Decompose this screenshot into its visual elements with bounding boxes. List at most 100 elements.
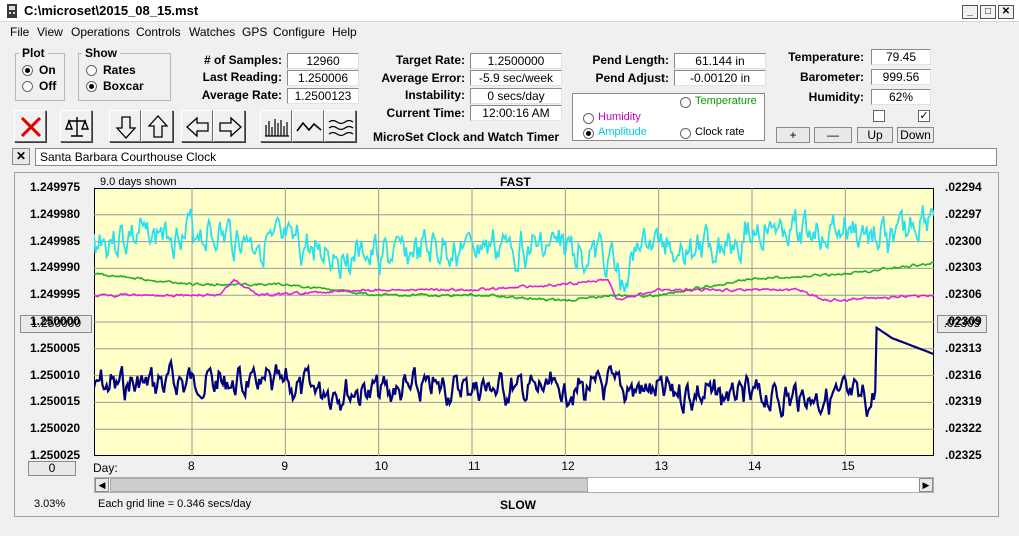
left-axis-tick: 1.249975 — [30, 180, 81, 194]
down-button[interactable]: Down — [897, 127, 934, 143]
left-axis-tick: 1.250000 — [30, 314, 81, 328]
barometer-value: 999.56 — [871, 69, 931, 85]
temperature-label: Temperature: — [788, 50, 864, 64]
grid-note: Each grid line = 0.346 secs/day — [98, 498, 252, 510]
average-error-value: -5.9 sec/week — [470, 70, 562, 86]
pend-adjust-label: Pend Adjust: — [595, 71, 669, 85]
average-rate-value: 1.2500123 — [287, 88, 359, 104]
amplitude-radio[interactable] — [583, 128, 594, 139]
plot-area — [94, 188, 934, 456]
menu-watches[interactable]: Watches — [189, 25, 235, 39]
menu-configure[interactable]: Configure — [273, 25, 325, 39]
menu-operations[interactable]: Operations — [71, 25, 130, 39]
x-axis-tick: 13 — [654, 459, 669, 473]
amplitude-option-label: Amplitude — [598, 126, 647, 138]
wave-button[interactable] — [324, 110, 356, 142]
arrow-right-icon — [219, 116, 242, 138]
balance-button[interactable] — [60, 110, 92, 142]
pend-length-label: Pend Length: — [592, 53, 669, 67]
scroll-right-button[interactable]: ▶ — [919, 478, 933, 492]
checkbox-left[interactable] — [873, 110, 885, 122]
stop-button[interactable] — [14, 110, 46, 142]
humidity-option-label: Humidity — [598, 111, 641, 123]
last-reading-label: Last Reading: — [202, 70, 282, 84]
left-axis-tick: 1.249995 — [30, 287, 81, 302]
plot-on-radio[interactable] — [22, 65, 33, 76]
x-axis-tick: 8 — [188, 459, 195, 473]
last-reading-value: 1.250006 — [287, 70, 359, 86]
right-axis-tick: .02300 — [945, 233, 982, 248]
plot-group — [15, 53, 65, 101]
clock-name-field[interactable]: Santa Barbara Courthouse Clock — [35, 148, 997, 166]
offset-button[interactable]: 0 — [28, 461, 76, 476]
minus-button[interactable]: — — [814, 127, 852, 143]
left-axis-tick: 1.249990 — [30, 260, 81, 275]
show-boxcar-radio[interactable] — [86, 81, 97, 92]
show-boxcar-label: Boxcar — [103, 79, 144, 93]
right-axis-tick: .02297 — [945, 206, 982, 221]
close-button[interactable]: ✕ — [998, 5, 1014, 19]
line-chart-button[interactable] — [292, 110, 324, 142]
temperature-option-label: Temperature — [695, 95, 757, 107]
right-axis-tick: .02322 — [945, 421, 982, 436]
samples-label: # of Samples: — [203, 53, 282, 67]
instability-value: 0 secs/day — [470, 88, 562, 104]
plot-on-label: On — [39, 63, 56, 77]
plot-off-label: Off — [39, 79, 57, 93]
title-bar: C:\microset\2015_08_15.mst _ □ ✕ — [0, 0, 1019, 22]
menu-view[interactable]: View — [37, 25, 63, 39]
left-axis-tick: 1.249980 — [30, 206, 81, 221]
maximize-button[interactable]: □ — [980, 5, 996, 19]
left-axis-tick: 1.249985 — [30, 233, 81, 248]
temperature-radio[interactable] — [680, 97, 691, 108]
left-axis-tick: 1.250010 — [30, 367, 81, 382]
right-axis-tick: .02319 — [945, 394, 982, 409]
scroll-left-button[interactable]: ◀ — [95, 478, 109, 492]
plot-off-radio[interactable] — [22, 81, 33, 92]
scrollbar-thumb[interactable] — [110, 478, 588, 492]
minimize-button[interactable]: _ — [962, 5, 978, 19]
left-axis-tick: 1.250025 — [30, 448, 81, 462]
red-x-icon — [20, 116, 42, 138]
x-axis-tick: 10 — [374, 459, 389, 473]
line-chart-icon — [296, 121, 322, 132]
humidity-value: 62% — [871, 89, 931, 105]
percent-label: 3.03% — [34, 498, 66, 510]
clear-clock-name-button[interactable]: ✕ — [12, 148, 30, 165]
arrow-up-button[interactable] — [141, 110, 173, 142]
humidity-label: Humidity: — [808, 90, 864, 104]
checkbox-right[interactable]: ✓ — [918, 110, 930, 122]
arrow-down-button[interactable] — [109, 110, 141, 142]
bar-chart-icon — [265, 119, 289, 137]
show-rates-label: Rates — [103, 63, 136, 77]
up-button[interactable]: Up — [857, 127, 893, 143]
days-shown-label: 9.0 days shown — [100, 176, 177, 188]
target-rate-value: 1.2500000 — [470, 53, 562, 69]
right-axis-tick: .02303 — [945, 260, 982, 275]
show-rates-radio[interactable] — [86, 65, 97, 76]
arrow-left-button[interactable] — [181, 110, 213, 142]
menu-help[interactable]: Help — [332, 25, 357, 39]
samples-value: 12960 — [287, 53, 359, 69]
arrow-right-button[interactable] — [213, 110, 245, 142]
target-rate-label: Target Rate: — [395, 53, 465, 67]
menu-file[interactable]: File — [10, 25, 29, 39]
x-axis-tick: 14 — [748, 459, 762, 473]
bar-chart-button[interactable] — [260, 110, 292, 142]
average-error-label: Average Error: — [381, 71, 465, 85]
show-group-title: Show — [82, 46, 120, 60]
clock-rate-radio[interactable] — [680, 128, 691, 139]
menu-controls[interactable]: Controls — [136, 25, 181, 39]
right-axis-tick: .02306 — [945, 287, 982, 302]
current-time-value: 12:00:16 AM — [470, 105, 562, 121]
app-name: MicroSet Clock and Watch Timer — [373, 130, 560, 144]
right-axis-tick: .02316 — [945, 367, 982, 382]
right-axis-tick: .02309 — [945, 314, 982, 328]
plus-button[interactable]: + — [776, 127, 810, 143]
humidity-radio[interactable] — [583, 113, 594, 124]
window-title: C:\microset\2015_08_15.mst — [24, 3, 199, 18]
menu-gps[interactable]: GPS — [242, 25, 267, 39]
arrow-down-icon — [115, 116, 137, 139]
menu-bar: File View Operations Controls Watches GP… — [0, 22, 1019, 42]
pend-adjust-value: -0.00120 in — [674, 70, 766, 86]
